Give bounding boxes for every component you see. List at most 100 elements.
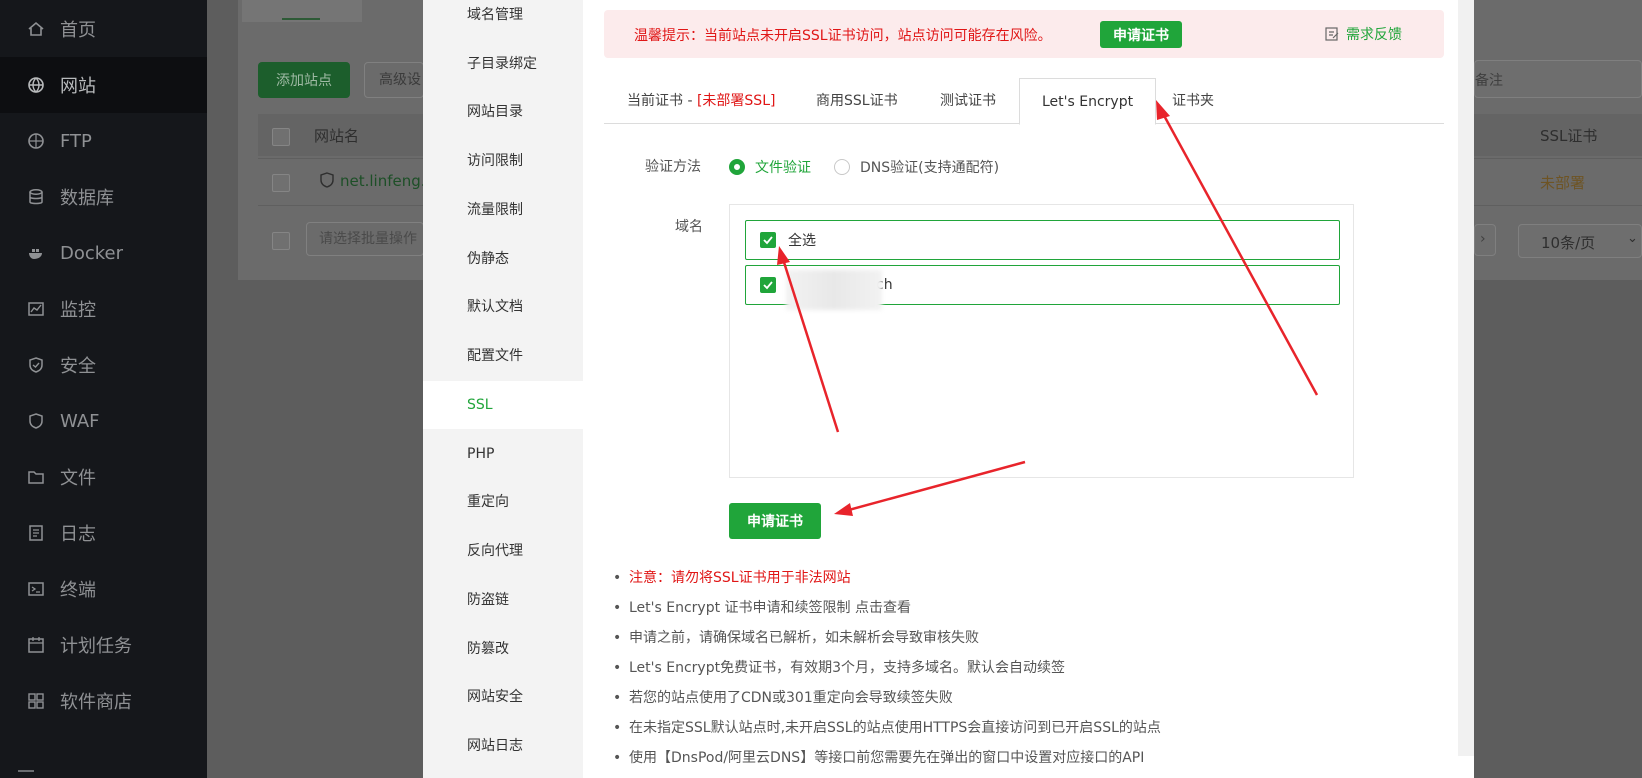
sidebar-item-logs[interactable]: 日志 xyxy=(0,505,207,561)
tab-cert-folder[interactable]: 证书夹 xyxy=(1172,78,1214,124)
folder-icon xyxy=(26,467,46,487)
ssl-warning-alert: 温馨提示：当前站点未开启SSL证书访问，站点访问可能存在风险。 申请证书 需求反… xyxy=(604,10,1444,58)
menu-item-ssl[interactable]: SSL xyxy=(423,381,583,429)
domain-row[interactable]: ch xyxy=(745,265,1340,310)
menu-item-default-doc[interactable]: 默认文档 xyxy=(423,283,583,331)
radio-label: DNS验证(支持通配符) xyxy=(860,160,1000,176)
sidebar-item-home[interactable]: 首页 xyxy=(0,1,207,57)
tab-current-prefix: 当前证书 - xyxy=(627,93,697,109)
site-settings-modal: 域名管理 子目录绑定 网站目录 访问限制 流量限制 伪静态 默认文档 配置文件 … xyxy=(423,0,1474,778)
sidebar-item-label: 日志 xyxy=(60,524,96,545)
ftp-icon xyxy=(26,131,46,151)
sidebar-item-files[interactable]: 文件 xyxy=(0,449,207,505)
menu-item-config[interactable]: 配置文件 xyxy=(423,332,583,380)
add-site-button[interactable]: 添加站点 xyxy=(258,62,350,98)
menu-item-site-security[interactable]: 网站安全 xyxy=(423,673,583,721)
domain-list-box: 全选 ch xyxy=(729,204,1354,478)
menu-item-php[interactable]: PHP xyxy=(423,430,583,478)
sidebar-item-docker[interactable]: Docker xyxy=(0,225,207,281)
sidebar-collapse-bar[interactable] xyxy=(0,760,207,778)
edit-icon xyxy=(1325,27,1339,41)
list-item: 申请之前，请确保域名已解析，如未解析会导致审核失败 xyxy=(613,623,1453,653)
modal-side-menu: 域名管理 子目录绑定 网站目录 访问限制 流量限制 伪静态 默认文档 配置文件 … xyxy=(423,0,583,778)
menu-item-access-limit[interactable]: 访问限制 xyxy=(423,137,583,185)
checkbox-checked[interactable] xyxy=(760,277,776,293)
menu-item-domain[interactable]: 域名管理 xyxy=(423,0,583,39)
sidebar-item-ftp[interactable]: FTP xyxy=(0,113,207,169)
batch-checkbox[interactable] xyxy=(272,232,290,250)
sidebar-item-store[interactable]: 软件商店 xyxy=(0,673,207,729)
ssl-status: 未部署 xyxy=(1540,174,1586,192)
row-checkbox[interactable] xyxy=(272,174,290,192)
sidebar-item-label: 数据库 xyxy=(60,188,114,209)
shield-icon xyxy=(26,355,46,375)
list-item[interactable]: Let's Encrypt 证书申请和续签限制 点击查看 xyxy=(613,593,1453,623)
domain-select-all-row[interactable]: 全选 xyxy=(745,220,1340,260)
list-item: 注意：请勿将SSL证书用于非法网站 xyxy=(613,563,1453,593)
batch-operation-select[interactable]: 请选择批量操作 xyxy=(306,222,424,256)
tab-current-cert[interactable]: 当前证书 - [未部署SSL] xyxy=(627,78,775,124)
menu-icon xyxy=(18,770,34,772)
sidebar-item-terminal[interactable]: 终端 xyxy=(0,561,207,617)
menu-item-hotlink[interactable]: 防盗链 xyxy=(423,576,583,624)
sidebar-item-cron[interactable]: 计划任务 xyxy=(0,617,207,673)
tab-current-status: [未部署SSL] xyxy=(696,93,776,109)
background-tab-underline xyxy=(282,18,320,20)
apps-icon xyxy=(26,691,46,711)
sidebar-item-label: WAF xyxy=(60,410,100,432)
check-icon xyxy=(763,236,773,245)
checkbox-checked[interactable] xyxy=(760,232,776,248)
sidebar-item-label: 计划任务 xyxy=(60,636,132,657)
menu-item-traffic-limit[interactable]: 流量限制 xyxy=(423,186,583,234)
table-select-all-checkbox[interactable] xyxy=(272,128,290,146)
column-site-name: 网站名 xyxy=(314,127,360,145)
page-size-select[interactable]: 10条/页 ⌄ xyxy=(1518,224,1642,258)
menu-item-reverse-proxy[interactable]: 反向代理 xyxy=(423,527,583,575)
advanced-settings-button[interactable]: 高级设 xyxy=(364,62,424,98)
page-size-value: 10条/页 xyxy=(1541,234,1596,252)
apply-cert-button[interactable]: 申请证书 xyxy=(729,503,821,539)
tab-test-cert[interactable]: 测试证书 xyxy=(940,78,996,124)
sidebar-item-label: Docker xyxy=(60,242,124,264)
monitor-icon xyxy=(26,299,46,319)
alert-text: 温馨提示：当前站点未开启SSL证书访问，站点访问可能存在风险。 xyxy=(634,28,1052,44)
chevron-right-icon: › xyxy=(1480,231,1486,247)
radio-file-verify[interactable]: 文件验证 xyxy=(729,157,811,177)
sidebar-item-database[interactable]: 数据库 xyxy=(0,169,207,225)
waf-shield-icon xyxy=(318,171,336,189)
radio-dot xyxy=(834,159,850,175)
site-name-link[interactable]: net.linfeng.t xyxy=(318,171,431,190)
menu-item-site-dir[interactable]: 网站目录 xyxy=(423,88,583,136)
modal-scrollbar[interactable] xyxy=(1458,0,1474,756)
sidebar-item-label: 安全 xyxy=(60,356,96,377)
list-item: Let's Encrypt免费证书，有效期3个月，支持多域名。默认会自动续签 xyxy=(613,653,1453,683)
feedback-label: 需求反馈 xyxy=(1346,27,1402,43)
list-item: 在未指定SSL默认站点时,未开启SSL的站点使用HTTPS会直接访问到已开启SS… xyxy=(613,713,1453,743)
sidebar-item-label: 文件 xyxy=(60,468,96,489)
remark-placeholder: 备注 xyxy=(1475,73,1503,89)
remark-search-input[interactable]: 备注 xyxy=(1474,60,1642,98)
tab-letsencrypt[interactable]: Let's Encrypt xyxy=(1019,78,1157,125)
globe-icon xyxy=(26,75,46,95)
alert-apply-cert-button[interactable]: 申请证书 xyxy=(1100,21,1182,48)
menu-item-subdir[interactable]: 子目录绑定 xyxy=(423,40,583,88)
sidebar-item-security[interactable]: 安全 xyxy=(0,337,207,393)
chevron-down-icon: ⌄ xyxy=(1627,231,1638,246)
menu-item-rewrite[interactable]: 伪静态 xyxy=(423,235,583,283)
menu-item-redirect[interactable]: 重定向 xyxy=(423,478,583,526)
tab-commercial-ssl[interactable]: 商用SSL证书 xyxy=(816,78,898,124)
menu-item-tamper[interactable]: 防篡改 xyxy=(423,625,583,673)
menu-item-site-log[interactable]: 网站日志 xyxy=(423,722,583,770)
sidebar-item-monitor[interactable]: 监控 xyxy=(0,281,207,337)
redacted-domain-mask xyxy=(786,270,882,310)
feedback-link[interactable]: 需求反馈 xyxy=(1324,24,1402,44)
next-page-button[interactable]: › xyxy=(1474,224,1496,256)
ssl-tabs: 当前证书 - [未部署SSL] 商用SSL证书 测试证书 Let's Encry… xyxy=(604,78,1444,125)
radio-dns-verify[interactable]: DNS验证(支持通配符) xyxy=(834,157,999,177)
sidebar-item-waf[interactable]: WAF xyxy=(0,393,207,449)
site-name-text: net.linfeng.t xyxy=(340,172,432,190)
sidebar-item-website[interactable]: 网站 xyxy=(0,57,207,113)
radio-label: 文件验证 xyxy=(755,160,811,176)
sidebar-item-label: 监控 xyxy=(60,300,96,321)
check-icon xyxy=(763,281,773,290)
